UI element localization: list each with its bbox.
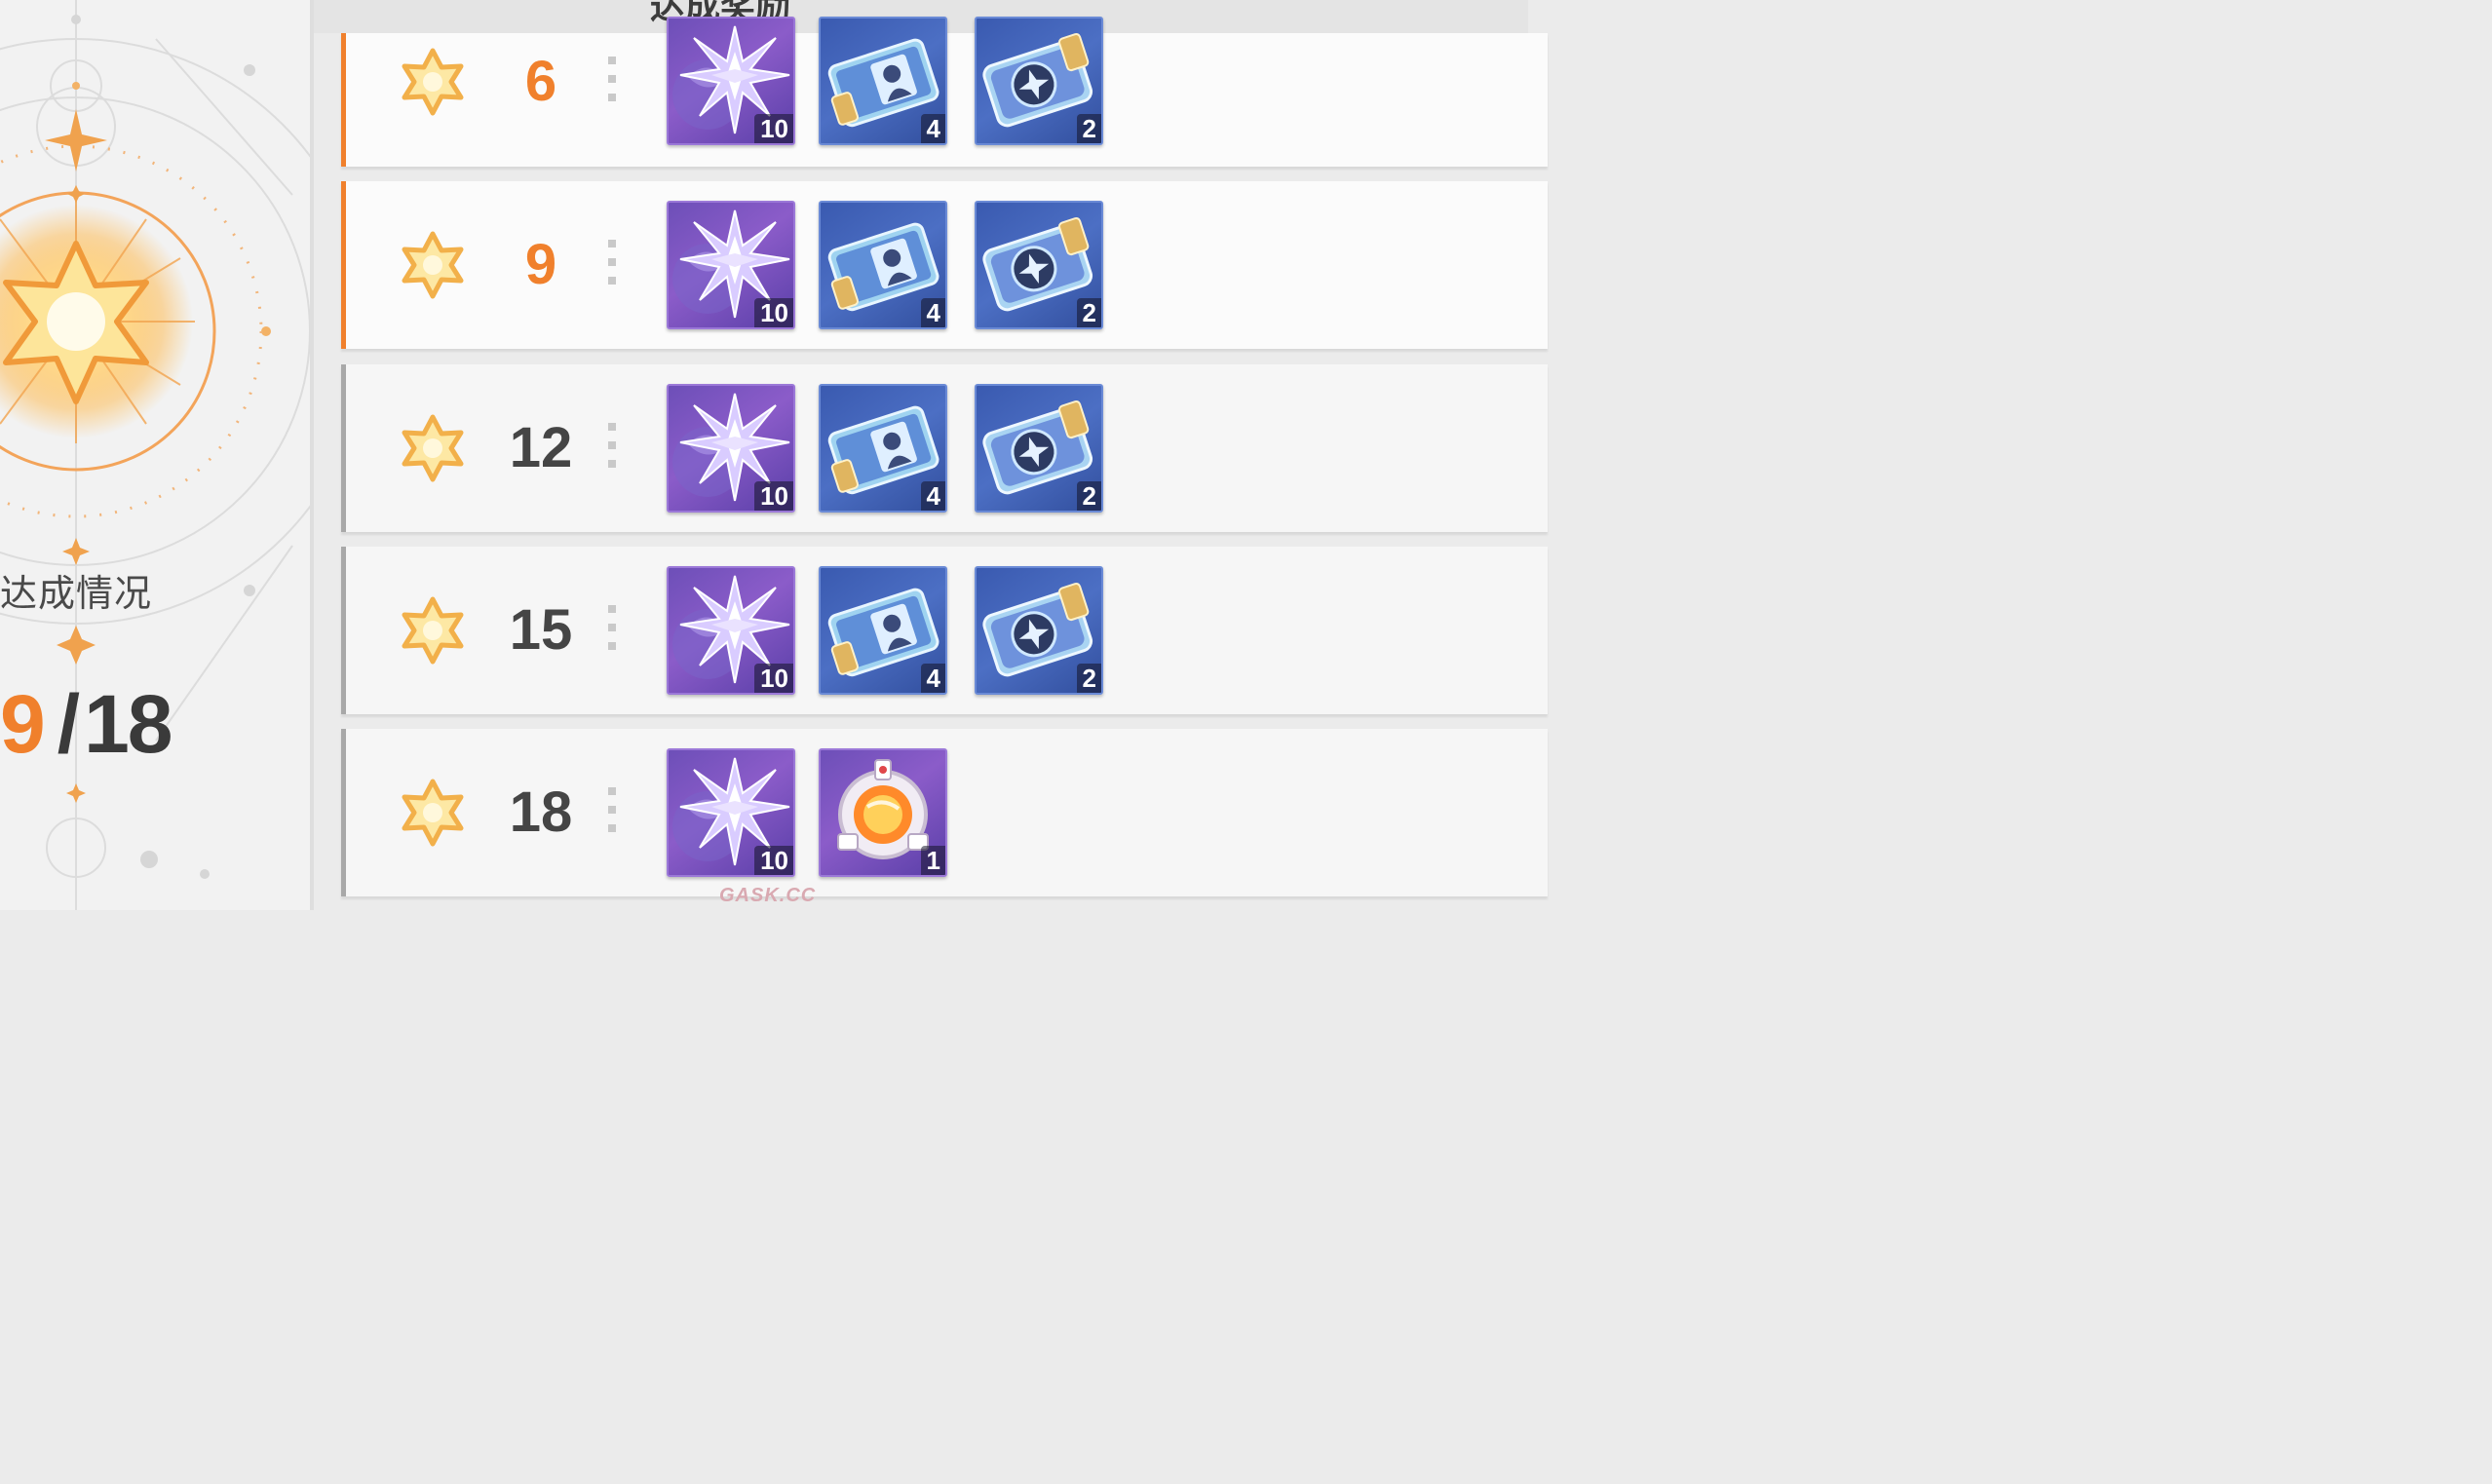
reward-row: 9 10 4 2 xyxy=(341,181,1548,349)
item-quantity: 4 xyxy=(920,664,945,693)
separator-dots xyxy=(608,605,618,661)
star-icon xyxy=(402,48,464,121)
reward-item[interactable]: 10 xyxy=(667,384,795,513)
reward-row: 6 10 4 2 xyxy=(341,17,1548,167)
reward-item[interactable]: 4 xyxy=(819,566,947,695)
reward-item[interactable]: 10 xyxy=(667,201,795,329)
achieved-indicator-bar xyxy=(341,33,346,167)
item-quantity: 2 xyxy=(1076,481,1101,511)
star-icon xyxy=(402,414,464,487)
reward-item[interactable]: 10 xyxy=(667,17,795,145)
required-stars: 6 xyxy=(524,50,557,113)
reward-row: 15 10 4 2 xyxy=(341,547,1548,714)
reward-row: 12 10 4 2 xyxy=(341,364,1548,532)
reward-item[interactable]: 2 xyxy=(975,384,1103,513)
separator-dots xyxy=(608,57,618,112)
required-stars: 18 xyxy=(509,780,573,844)
item-quantity: 2 xyxy=(1076,298,1101,327)
reward-item[interactable]: 4 xyxy=(819,201,947,329)
item-quantity: 2 xyxy=(1076,664,1101,693)
reward-item[interactable]: 10 xyxy=(667,748,795,877)
separator-dots xyxy=(608,240,618,295)
progress-separator: / xyxy=(57,678,80,770)
item-quantity: 4 xyxy=(920,114,945,143)
completion-progress: 9/18 xyxy=(0,677,173,772)
reward-item[interactable]: 4 xyxy=(819,384,947,513)
required-stars: 15 xyxy=(509,598,573,662)
reward-row: 18 10 1 xyxy=(341,729,1548,896)
achieved-indicator-bar xyxy=(341,181,346,349)
progress-total: 18 xyxy=(84,678,173,770)
item-quantity: 4 xyxy=(920,298,945,327)
reward-item[interactable]: 2 xyxy=(975,566,1103,695)
item-quantity: 1 xyxy=(920,846,945,875)
star-icon xyxy=(402,596,464,669)
progress-current: 9 xyxy=(0,678,46,770)
separator-dots xyxy=(608,787,618,843)
item-quantity: 2 xyxy=(1076,114,1101,143)
star-icon xyxy=(402,779,464,852)
item-quantity: 10 xyxy=(754,846,793,875)
pending-indicator-bar xyxy=(341,364,346,532)
pending-indicator-bar xyxy=(341,547,346,714)
panel-divider xyxy=(310,0,314,910)
item-quantity: 10 xyxy=(754,114,793,143)
separator-dots xyxy=(608,423,618,478)
item-quantity: 10 xyxy=(754,664,793,693)
reward-item[interactable]: 2 xyxy=(975,201,1103,329)
reward-item[interactable]: 1 xyxy=(819,748,947,877)
pending-indicator-bar xyxy=(341,729,346,896)
item-quantity: 10 xyxy=(754,298,793,327)
reward-item[interactable]: 2 xyxy=(975,17,1103,145)
astrolabe-decoration xyxy=(0,0,310,910)
star-icon xyxy=(402,231,464,304)
required-stars: 9 xyxy=(524,233,557,296)
achievement-summary-panel: 达成情况 9/18 xyxy=(0,0,310,910)
item-quantity: 4 xyxy=(920,481,945,511)
required-stars: 12 xyxy=(509,416,573,479)
reward-item[interactable]: 10 xyxy=(667,566,795,695)
reward-item[interactable]: 4 xyxy=(819,17,947,145)
completion-status-label: 达成情况 xyxy=(0,572,153,615)
watermark: GASK.CC xyxy=(719,885,817,906)
item-quantity: 10 xyxy=(754,481,793,511)
